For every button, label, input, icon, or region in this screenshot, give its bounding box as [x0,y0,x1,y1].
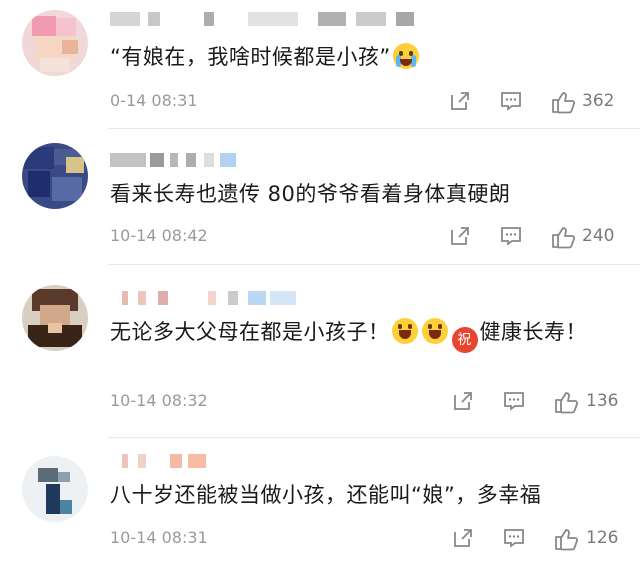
comment-item: “有娘在，我啥时候都是小孩” 0-14 08:31 362 [0,0,640,128]
comment-text: 看来长寿也遗传 80的爷爷看着身体真硬朗 [110,182,511,206]
like-count: 362 [582,91,615,111]
zhu-blessing-icon: 祝 [451,327,478,353]
laughing-face-icon [421,318,448,344]
comment-meta: 10-14 08:31 126 [110,526,640,552]
comment-time: 10-14 08:32 [110,391,208,410]
comment-meta: 10-14 08:32 136 [110,389,640,415]
comment-item: 八十岁还能被当做小孩，还能叫“娘”，多幸福 10-14 08:31 126 [0,438,640,572]
comment-time: 0-14 08:31 [110,91,198,110]
avatar[interactable] [22,143,88,209]
share-icon[interactable] [451,526,475,552]
like-count: 126 [586,528,619,548]
share-icon[interactable] [448,224,472,250]
username-redacted[interactable] [108,287,428,309]
comment-item: 无论多大父母在都是小孩子！祝健康长寿！ 10-14 08:32 136 [0,265,640,437]
comment-meta: 0-14 08:31 362 [110,89,640,115]
comment-icon[interactable] [502,389,526,415]
like-count: 136 [586,391,619,411]
username-redacted[interactable] [108,450,428,472]
username-redacted[interactable] [108,149,428,171]
avatar[interactable] [22,285,88,351]
like-icon[interactable] [550,224,576,250]
like-icon[interactable] [553,389,579,415]
comment-icon[interactable] [502,526,526,552]
like-count: 240 [582,226,615,246]
like-icon[interactable] [553,526,579,552]
comment-icon[interactable] [499,224,523,250]
laughing-face-icon [391,318,418,344]
comment-time: 10-14 08:42 [110,226,208,245]
comment-text: 无论多大父母在都是小孩子！祝健康长寿！ [110,315,620,353]
comment-text: 八十岁还能被当做小孩，还能叫“娘”，多幸福 [110,483,542,507]
username-redacted[interactable] [108,8,428,30]
comment-meta: 10-14 08:42 240 [110,224,640,250]
comment-item: 看来长寿也遗传 80的爷爷看着身体真硬朗 10-14 08:42 240 [0,129,640,264]
like-icon[interactable] [550,89,576,115]
avatar[interactable] [22,456,88,522]
avatar[interactable] [22,10,88,76]
comment-time: 10-14 08:31 [110,528,208,547]
crying-face-icon [392,43,419,69]
comment-text: “有娘在，我啥时候都是小孩” [110,40,620,74]
comment-icon[interactable] [499,89,523,115]
share-icon[interactable] [448,89,472,115]
share-icon[interactable] [451,389,475,415]
